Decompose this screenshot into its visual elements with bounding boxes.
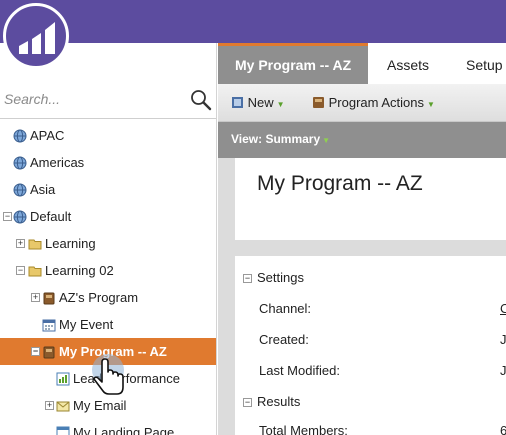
tab-setup[interactable]: Setup — [466, 43, 503, 84]
chevron-down-icon: ▼ — [322, 136, 331, 145]
search-icon[interactable] — [190, 89, 212, 111]
view-selector[interactable]: View: Summary ▼ — [231, 132, 330, 146]
new-button[interactable]: New ▼ — [231, 95, 285, 110]
collapse-toggle[interactable]: − — [31, 347, 40, 356]
view-bar: View: Summary ▼ — [218, 122, 506, 158]
tree-item-label: APAC — [30, 128, 65, 143]
tree-item-label: Americas — [30, 155, 85, 170]
new-icon — [232, 97, 243, 108]
email-icon — [56, 401, 70, 412]
tree-item-my-event[interactable]: My Event — [0, 311, 216, 338]
tree-item-learning-02[interactable]: − Learning 02 — [0, 257, 216, 284]
main-panel: My Program -- AZ Assets Setup New ▼ Progr… — [218, 43, 506, 435]
marketo-logo[interactable] — [3, 3, 69, 69]
tree-item-label: Default — [30, 209, 72, 224]
expand-toggle[interactable]: + — [16, 239, 25, 248]
tab-bar: My Program -- AZ Assets Setup — [218, 43, 506, 84]
globe-icon — [13, 183, 27, 197]
collapse-icon[interactable]: − — [243, 274, 252, 283]
tree-item-label: AZ's Program — [59, 290, 139, 305]
expand-toggle[interactable]: + — [31, 293, 40, 302]
report-icon — [56, 372, 70, 386]
search-input[interactable] — [4, 91, 174, 107]
chevron-down-icon: ▼ — [427, 100, 435, 109]
landing-page-icon — [56, 426, 70, 435]
new-button-label: New — [247, 95, 274, 110]
globe-icon — [13, 156, 27, 170]
program-actions-icon — [313, 97, 324, 108]
tab-assets[interactable]: Assets — [387, 43, 429, 84]
settings-label: Settings — [257, 270, 304, 285]
collapse-toggle[interactable]: − — [16, 266, 25, 275]
top-bar — [0, 0, 506, 43]
total-members-value: 6 — [500, 423, 506, 435]
collapse-toggle[interactable]: − — [3, 212, 12, 221]
created-value: J — [500, 332, 506, 347]
page-title: My Program -- AZ — [257, 172, 423, 195]
globe-icon — [13, 210, 27, 224]
program-icon — [43, 346, 55, 359]
settings-section-header[interactable]: − Settings — [243, 270, 304, 285]
program-actions-button[interactable]: Program Actions ▼ — [312, 95, 435, 110]
tree-item-label: Learning 02 — [45, 263, 114, 278]
tree-item-label: My Event — [59, 317, 114, 332]
last-modified-value: J — [500, 363, 506, 378]
results-section-header[interactable]: − Results — [243, 394, 300, 409]
program-icon — [43, 292, 55, 305]
total-members-label: Total Members: — [259, 423, 348, 435]
channel-value[interactable]: C — [500, 301, 506, 316]
tree-item-azs-program[interactable]: + AZ's Program — [0, 284, 216, 311]
tree-item-learning[interactable]: + Learning — [0, 230, 216, 257]
tree-item-my-landing-page[interactable]: My Landing Page — [0, 419, 216, 435]
folder-icon — [28, 239, 42, 250]
collapse-icon[interactable]: − — [243, 398, 252, 407]
program-actions-label: Program Actions — [328, 95, 424, 110]
tree-item-default[interactable]: − Default — [0, 203, 216, 230]
tab-my-program[interactable]: My Program -- AZ — [218, 43, 368, 84]
folder-icon — [28, 266, 42, 277]
created-label: Created: — [259, 332, 309, 347]
calendar-icon — [42, 319, 56, 332]
last-modified-label: Last Modified: — [259, 363, 340, 378]
tree-item-label: Learning — [45, 236, 96, 251]
tree-item-label: Asia — [30, 182, 56, 197]
tree-item-asia[interactable]: Asia — [0, 176, 216, 203]
tree-item-label: My Landing Page — [73, 425, 175, 435]
tree-item-americas[interactable]: Americas — [0, 149, 216, 176]
results-label: Results — [257, 394, 301, 409]
view-label: View: Summary — [231, 132, 321, 146]
expand-toggle[interactable]: + — [45, 401, 54, 410]
tree-item-apac[interactable]: APAC — [0, 122, 216, 149]
details-panel: − Settings Channel: C Created: J Last Mod… — [235, 256, 506, 435]
channel-label: Channel: — [259, 301, 312, 316]
search-bar — [0, 83, 216, 119]
title-panel: My Program -- AZ — [235, 158, 506, 240]
hand-cursor-icon — [92, 354, 124, 395]
toolbar: New ▼ Program Actions ▼ — [218, 84, 506, 122]
chevron-down-icon: ▼ — [276, 100, 285, 109]
globe-icon — [13, 129, 27, 143]
